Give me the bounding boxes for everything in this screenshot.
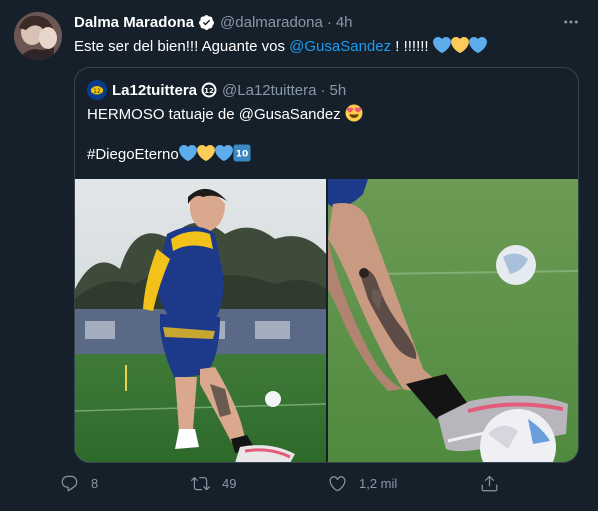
yellow-heart-icon: [196, 144, 215, 168]
quote-text-line1: HERMOSO tatuaje de @GusaSandez: [87, 104, 363, 128]
author-name[interactable]: Dalma Maradona: [74, 14, 194, 31]
hashtag-link[interactable]: #DiegoEterno: [87, 146, 179, 163]
reply-count: 8: [91, 476, 99, 491]
tweet-text-suffix: ! !!!!!!: [391, 38, 429, 55]
blue-heart-icon: [214, 144, 233, 168]
quote-text-line2: #DiegoEterno 10: [87, 144, 251, 168]
calf-tattoo-closeup-photo[interactable]: [328, 179, 578, 462]
player-kicking-ball-photo[interactable]: [75, 179, 326, 462]
blue-heart-icon: [432, 36, 451, 60]
tweet-header: Dalma Maradona @dalmaradona · 4h: [74, 12, 353, 32]
tweet-actions: 8 49 1,2 mil: [60, 474, 520, 498]
reply-icon: [61, 475, 78, 492]
quote-author-name[interactable]: La12tuittera: [112, 82, 197, 99]
quote-header: 12 La12tuittera 12 @La12tuittera · 5h: [87, 80, 346, 100]
author-handle[interactable]: @dalmaradona: [220, 14, 323, 31]
heart-eyes-emoji-icon: [345, 104, 363, 128]
reply-button[interactable]: 8: [60, 474, 98, 493]
keycap-ten-icon: 10: [233, 144, 251, 168]
quote-author-handle[interactable]: @La12tuittera: [222, 82, 316, 99]
tweet-text: Este ser del bien!!! Aguante vos @GusaSa…: [74, 36, 487, 60]
retweet-icon: [191, 477, 210, 491]
affiliate-badge-icon: 12: [201, 82, 217, 98]
yellow-heart-icon: [450, 36, 469, 60]
tweet-text-prefix: Este ser del bien!!! Aguante vos: [74, 38, 290, 55]
author-avatar[interactable]: [14, 12, 62, 60]
share-icon: [481, 475, 498, 492]
mention-link[interactable]: @GusaSandez: [289, 38, 391, 55]
svg-text:12: 12: [93, 88, 101, 95]
more-options-icon[interactable]: [560, 11, 582, 33]
quoted-tweet[interactable]: 12 La12tuittera 12 @La12tuittera · 5h HE…: [74, 67, 579, 463]
svg-text:10: 10: [235, 150, 248, 160]
quote-author-avatar[interactable]: 12: [87, 80, 107, 100]
quote-time[interactable]: 5h: [329, 82, 346, 99]
share-button[interactable]: [480, 474, 499, 493]
like-button[interactable]: 1,2 mil: [328, 474, 397, 493]
tweet-time[interactable]: 4h: [336, 14, 353, 31]
verified-badge-icon: [198, 14, 215, 31]
separator-dot: ·: [326, 13, 332, 31]
quote-separator-dot: ·: [320, 81, 326, 99]
quote-text-prefix: HERMOSO tatuaje de @GusaSandez: [87, 106, 345, 123]
like-heart-icon: [329, 476, 346, 492]
svg-text:12: 12: [204, 87, 214, 95]
retweet-count: 49: [222, 476, 237, 491]
blue-heart-icon: [468, 36, 487, 60]
tweet[interactable]: Dalma Maradona @dalmaradona · 4h Este se…: [0, 0, 598, 511]
retweet-button[interactable]: 49: [191, 474, 236, 493]
quote-media: [75, 179, 578, 462]
blue-heart-icon: [178, 144, 197, 168]
like-count: 1,2 mil: [359, 476, 398, 491]
